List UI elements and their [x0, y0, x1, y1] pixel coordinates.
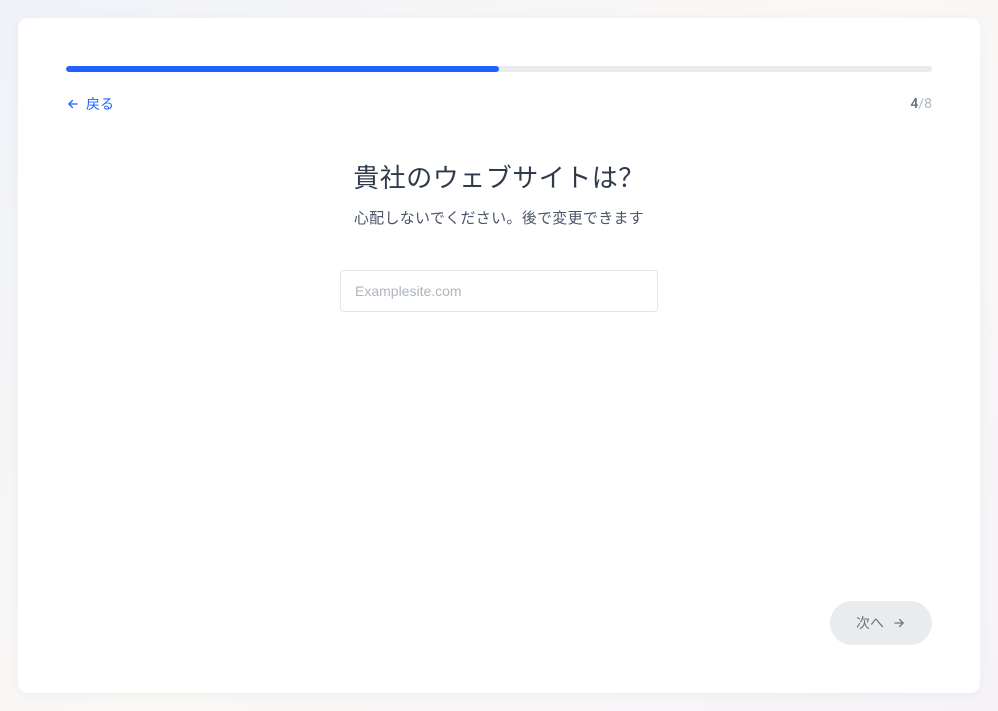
page-subtitle: 心配しないでください。後で変更できます	[66, 207, 932, 228]
website-input[interactable]	[340, 270, 658, 312]
step-total: 8	[924, 96, 932, 112]
step-counter: 4/8	[910, 96, 932, 112]
back-label: 戻る	[86, 94, 114, 114]
wizard-card: 戻る 4/8 貴社のウェブサイトは？ 心配しないでください。後で変更できます 次…	[18, 18, 980, 693]
input-wrapper	[66, 270, 932, 312]
arrow-left-icon	[66, 97, 80, 111]
arrow-right-icon	[892, 616, 906, 630]
next-label: 次へ	[856, 613, 884, 633]
progress-track	[66, 66, 932, 72]
topbar: 戻る 4/8	[66, 94, 932, 114]
next-button[interactable]: 次へ	[830, 601, 932, 645]
content: 貴社のウェブサイトは？ 心配しないでください。後で変更できます	[66, 158, 932, 312]
footer: 次へ	[66, 601, 932, 645]
back-button[interactable]: 戻る	[66, 94, 114, 114]
progress-fill	[66, 66, 499, 72]
page-title: 貴社のウェブサイトは？	[66, 158, 932, 195]
